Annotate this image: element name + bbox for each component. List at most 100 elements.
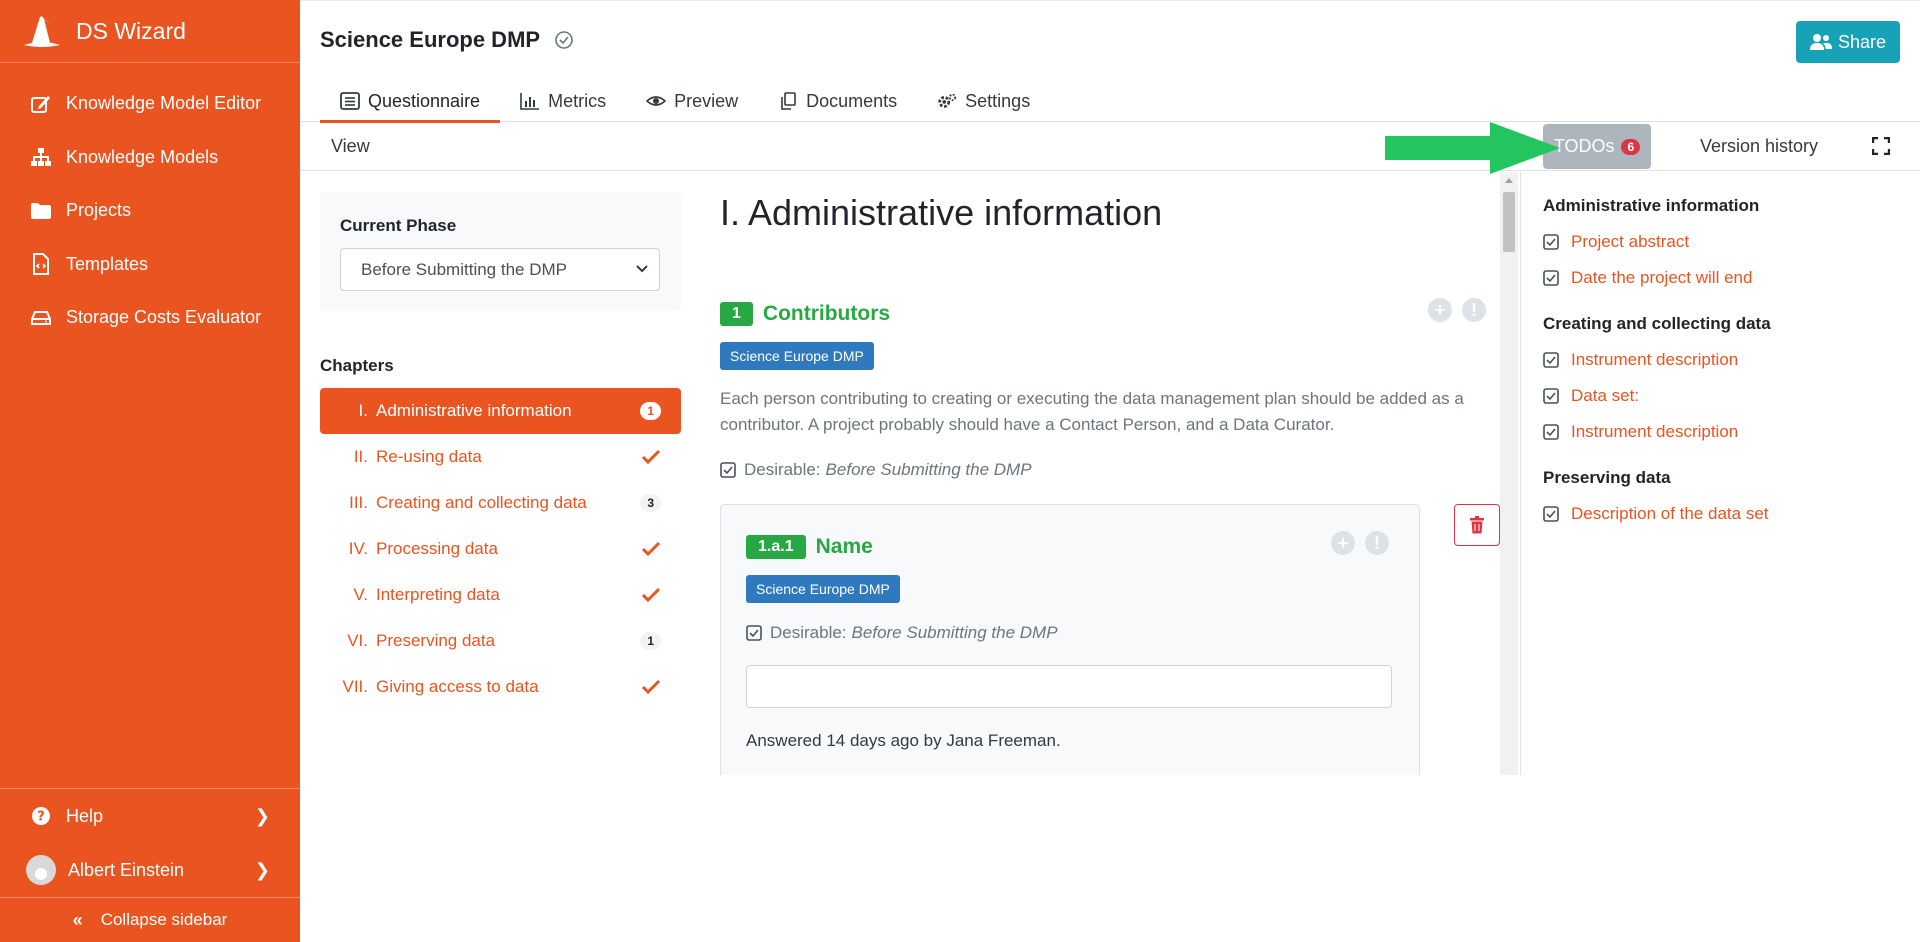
user-name: Albert Einstein xyxy=(68,859,185,880)
question-number: 1 xyxy=(720,302,753,326)
project-title: Science Europe DMP xyxy=(320,27,541,52)
edit-icon xyxy=(31,95,50,113)
question-actions: + ! xyxy=(1418,298,1486,322)
tab-documents[interactable]: Documents xyxy=(758,85,917,123)
check-icon xyxy=(641,541,661,557)
current-phase-label: Current Phase xyxy=(340,216,457,235)
chapter-name: Administrative information xyxy=(376,401,572,420)
phase-select-value: Before Submitting the DMP xyxy=(361,259,567,279)
view-toolbar: View TODOs 6 Version history xyxy=(300,122,1920,171)
sidebar-item-projects[interactable]: Projects xyxy=(0,184,300,238)
todo-item[interactable]: Date the project will end xyxy=(1543,268,1752,288)
share-button[interactable]: Share xyxy=(1796,21,1900,63)
tab-label: Preview xyxy=(674,91,739,111)
help-menu[interactable]: ? Help ❯ xyxy=(0,789,300,843)
todo-item[interactable]: Instrument description xyxy=(1543,422,1738,442)
eye-icon xyxy=(646,96,667,106)
plus-icon: + xyxy=(1434,299,1446,320)
scrollbar-thumb[interactable] xyxy=(1503,192,1515,252)
phase-select[interactable]: Before Submitting the DMP xyxy=(340,248,660,291)
chapter-item-giving-access-to-data[interactable]: VII. Giving access to data xyxy=(320,664,681,710)
exclamation-icon: ! xyxy=(1374,532,1380,553)
chapter-name: Re-using data xyxy=(376,447,482,466)
tab-label: Settings xyxy=(965,91,1031,111)
tab-settings[interactable]: Settings xyxy=(917,85,1050,123)
sidebar-item-label: Storage Costs Evaluator xyxy=(66,307,262,328)
collapse-sidebar-button[interactable]: « Collapse sidebar xyxy=(0,898,300,942)
avatar xyxy=(26,855,56,885)
todo-item-label: Description of the data set xyxy=(1571,504,1769,523)
add-todo-button[interactable]: ! xyxy=(1365,531,1389,555)
chapter-list: I. Administrative information 1 II. Re-u… xyxy=(320,388,681,710)
delete-item-button[interactable] xyxy=(1454,504,1500,546)
share-label: Share xyxy=(1837,31,1887,52)
desirable-phase: Before Submitting the DMP xyxy=(851,623,1058,642)
desirable-label: Desirable: xyxy=(744,460,821,479)
item-question-header: 1.a.1 Name xyxy=(746,535,873,559)
hdd-icon xyxy=(31,310,51,325)
chapter-title: I. Administrative information xyxy=(720,192,1163,233)
add-comment-button[interactable]: + xyxy=(1331,531,1355,555)
question-circle-icon: ? xyxy=(32,807,50,825)
double-chevron-left-icon: « xyxy=(72,909,83,930)
check-square-icon xyxy=(1543,234,1559,250)
question-actions: + ! xyxy=(1321,531,1389,555)
add-todo-button[interactable]: ! xyxy=(1462,298,1486,322)
question-header: 1 Contributors xyxy=(720,302,890,326)
desirable-phase: Before Submitting the DMP xyxy=(825,460,1032,479)
question-title: Name xyxy=(815,535,873,558)
chapter-item-re-using-data[interactable]: II. Re-using data xyxy=(320,434,681,480)
add-comment-button[interactable]: + xyxy=(1428,298,1452,322)
brand[interactable]: DS Wizard xyxy=(0,0,300,63)
sidebar-item-knowledge-model-editor[interactable]: Knowledge Model Editor xyxy=(0,77,300,131)
check-circle-icon xyxy=(555,31,573,49)
check-square-icon xyxy=(1543,270,1559,286)
todo-group-title: Preserving data xyxy=(1543,468,1671,487)
app-name: DS Wizard xyxy=(76,17,186,44)
chevron-right-icon: ❯ xyxy=(254,805,270,826)
list-item-card: 1.a.1 Name + ! Science Europe DMP Desira… xyxy=(720,504,1420,775)
knowledge-model-tag: Science Europe DMP xyxy=(720,342,874,370)
todo-item[interactable]: Project abstract xyxy=(1543,232,1689,252)
desirable-label: Desirable: xyxy=(770,623,847,642)
chapter-item-administrative-information[interactable]: I. Administrative information 1 xyxy=(320,388,681,434)
chapter-item-interpreting-data[interactable]: V. Interpreting data xyxy=(320,572,681,618)
expand-icon[interactable] xyxy=(1872,137,1890,155)
chapter-number: III. xyxy=(349,493,368,512)
question-description: Each person contributing to creating or … xyxy=(720,389,1464,434)
tab-questionnaire[interactable]: Questionnaire xyxy=(320,85,501,123)
sidebar-item-label: Knowledge Model Editor xyxy=(66,93,262,114)
chapter-name: Interpreting data xyxy=(376,585,500,604)
todo-item[interactable]: Description of the data set xyxy=(1543,504,1769,524)
todo-item-label: Instrument description xyxy=(1571,350,1739,369)
todo-item[interactable]: Instrument description xyxy=(1543,350,1738,370)
chapter-item-creating-and-collecting-data[interactable]: III. Creating and collecting data 3 xyxy=(320,480,681,526)
sidebar-item-knowledge-models[interactable]: Knowledge Models xyxy=(0,131,300,185)
chapter-item-processing-data[interactable]: IV. Processing data xyxy=(320,526,681,572)
content-scrollbar[interactable] xyxy=(1500,172,1518,775)
chevron-right-icon: ❯ xyxy=(254,859,270,880)
sidebar-item-label: Knowledge Models xyxy=(66,146,219,167)
todo-item[interactable]: Data set: xyxy=(1543,386,1639,406)
user-menu[interactable]: Albert Einstein ❯ xyxy=(0,843,300,897)
todo-group-title: Administrative information xyxy=(1543,196,1760,215)
name-input[interactable] xyxy=(746,665,1392,708)
version-history-button[interactable]: Version history xyxy=(1700,136,1818,157)
tab-label: Questionnaire xyxy=(368,91,481,111)
todo-item-label: Data set: xyxy=(1571,386,1640,405)
scroll-up-icon[interactable] xyxy=(1505,178,1513,183)
tab-metrics[interactable]: Metrics xyxy=(500,85,626,123)
answered-info: Answered 14 days ago by Jana Freeman. xyxy=(746,731,1061,750)
check-square-icon xyxy=(1543,506,1559,522)
desirable-indicator: Desirable: Before Submitting the DMP xyxy=(720,460,1032,480)
sidebar-item-templates[interactable]: Templates xyxy=(0,238,300,292)
svg-text:?: ? xyxy=(37,810,45,825)
tab-preview[interactable]: Preview xyxy=(626,85,758,123)
cogs-icon xyxy=(938,93,957,108)
chapter-item-preserving-data[interactable]: VI. Preserving data 1 xyxy=(320,618,681,664)
trash-icon xyxy=(1470,516,1484,534)
todos-panel: Administrative information Project abstr… xyxy=(1520,172,1920,775)
sidebar-item-storage-costs-evaluator[interactable]: Storage Costs Evaluator xyxy=(0,291,300,345)
view-menu[interactable]: View xyxy=(331,136,370,157)
project-header: Science Europe DMP Share Questionnaire M… xyxy=(300,0,1920,123)
